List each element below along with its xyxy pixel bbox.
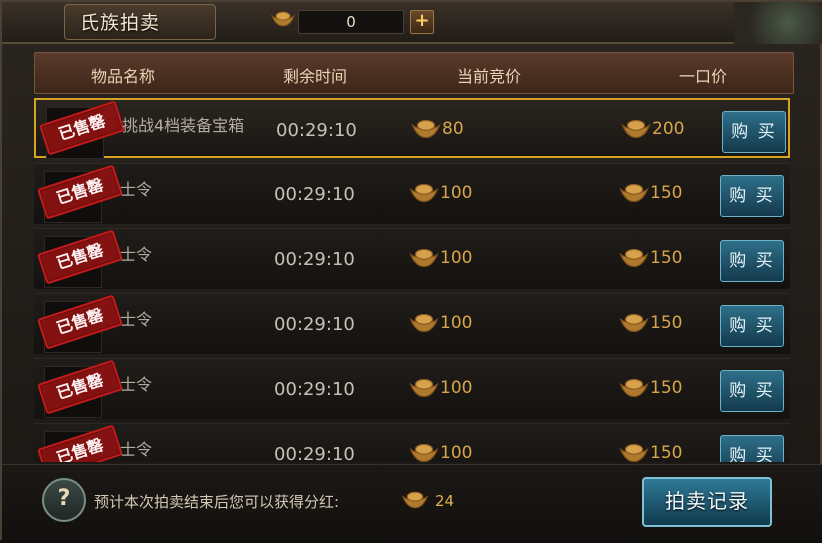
buy-button[interactable]: 购 买 [720,175,784,217]
remaining-time: 00:29:10 [274,379,355,400]
buyout-value: 150 [650,248,683,268]
current-bid: 100 [408,377,472,403]
current-bid-value: 100 [440,443,473,462]
gold-ingot-icon [620,118,652,140]
buy-button[interactable]: 购 买 [720,305,784,347]
buyout-value: 150 [650,313,683,333]
buyout-price: 150 [618,182,682,208]
buy-button[interactable]: 购 买 [720,240,784,282]
table-row[interactable]: 已售罄 士令 00:29:10 100 150 购 买 [34,228,790,289]
currency-amount: 0 [298,10,404,34]
buyout-price: 150 [618,312,682,338]
header-buyout: 一口价 [679,67,728,86]
header-item-name: 物品名称 [91,67,156,86]
table-row[interactable]: 已售罄 士令 00:29:10 100 150 购 买 [34,358,790,419]
remaining-time: 00:29:10 [274,184,355,205]
current-bid: 100 [408,312,472,338]
item-name: 士令 [120,440,153,459]
auction-window: 氏族拍卖 0 + 物品名称 剩余时间 当前竞价 一口价 已售罄 挑战4档装备宝箱… [0,0,822,543]
gold-ingot-icon [408,182,440,204]
gold-ingot-icon [408,442,440,462]
item-name: 士令 [120,310,153,329]
gold-ingot-icon [618,442,650,462]
item-name: 士令 [120,375,153,394]
remaining-time: 00:29:10 [274,249,355,270]
table-row[interactable]: 已售罄 士令 00:29:10 100 150 购 买 [34,163,790,224]
table-row[interactable]: 已售罄 士令 00:29:10 100 150 购 买 [34,293,790,354]
current-bid-value: 100 [440,248,473,268]
current-bid-value: 100 [440,183,473,203]
dividend-tip: 预计本次拍卖结束后您可以获得分红: [94,493,340,511]
buyout-value: 200 [652,119,685,139]
current-bid-value: 100 [440,378,473,398]
item-name: 士令 [120,245,153,264]
table-row[interactable]: 已售罄 挑战4档装备宝箱 00:29:10 80 200 购 买 [34,98,790,159]
gold-ingot-icon [410,118,442,140]
current-bid: 100 [408,247,472,273]
remaining-time: 00:29:10 [274,444,355,462]
corner-ornament [734,2,822,44]
remaining-time: 00:29:10 [276,120,357,141]
gold-ingot-icon [618,182,650,204]
buy-button[interactable]: 购 买 [722,111,786,153]
gold-ingot-icon [618,247,650,269]
table-row[interactable]: 已售罄 士令 00:29:10 100 150 购 买 [34,423,790,462]
remaining-time: 00:29:10 [274,314,355,335]
gold-ingot-icon [400,490,430,514]
auction-list[interactable]: 已售罄 挑战4档装备宝箱 00:29:10 80 200 购 买 已售罄 士令 … [32,98,794,462]
gold-ingot-icon [618,377,650,399]
current-bid: 80 [410,118,464,144]
buyout-value: 150 [650,183,683,203]
buy-button[interactable]: 购 买 [720,370,784,412]
item-name: 挑战4档装备宝箱 [122,116,245,135]
header-remaining-time: 剩余时间 [283,67,348,86]
window-title: 氏族拍卖 [80,12,161,34]
item-name: 士令 [120,180,153,199]
current-bid-value: 100 [440,313,473,333]
top-bar: 氏族拍卖 0 + [2,2,822,44]
header-current-bid: 当前竞价 [457,67,522,86]
current-bid-value: 80 [442,119,464,139]
auction-record-button[interactable]: 拍卖记录 [642,477,772,527]
gold-ingot-icon [408,312,440,334]
table-header: 物品名称 剩余时间 当前竞价 一口价 [34,52,794,94]
buyout-value: 150 [650,378,683,398]
gold-ingot-icon [408,247,440,269]
gold-ingot-icon [618,312,650,334]
current-bid: 100 [408,182,472,208]
gold-ingot-icon [408,377,440,399]
buyout-price: 150 [618,442,682,462]
buyout-price: 150 [618,247,682,273]
buyout-price: 150 [618,377,682,403]
current-bid: 100 [408,442,472,462]
buy-button[interactable]: 购 买 [720,435,784,462]
buyout-price: 200 [620,118,684,144]
dividend-amount: 24 [435,492,455,510]
help-button[interactable]: ? [42,478,86,522]
gold-ingot-icon [270,10,296,32]
buyout-value: 150 [650,443,683,462]
add-currency-button[interactable]: + [410,10,434,34]
